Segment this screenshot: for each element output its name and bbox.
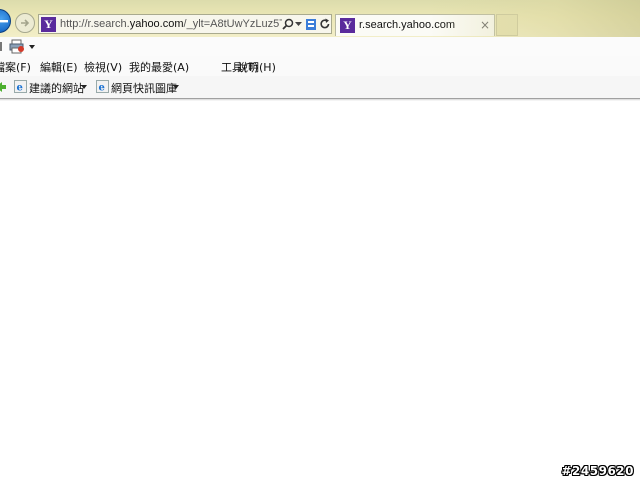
fav-suggested-sites[interactable]: 建議的網站: [29, 80, 84, 96]
watermark: #2459620: [561, 464, 634, 478]
menu-help[interactable]: 說明(H): [237, 59, 276, 75]
fav-web-slice-gallery[interactable]: 網頁快訊圖庫: [111, 80, 177, 96]
print-icon[interactable]: [9, 39, 25, 54]
yahoo-favicon-icon: Y: [340, 18, 355, 33]
toolbar-grip: [0, 42, 2, 51]
refresh-icon[interactable]: [319, 18, 331, 30]
favorites-bar: e 建議的網站 e 網頁快訊圖庫: [0, 76, 640, 99]
chevron-down-icon[interactable]: [29, 45, 35, 49]
menu-edit[interactable]: 編輯(E): [40, 59, 78, 75]
menu-bar: 檔案(F) 編輯(E) 檢視(V) 我的最愛(A) 工具(T) 說明(H): [0, 56, 640, 76]
menu-favorites[interactable]: 我的最愛(A): [129, 59, 189, 75]
yahoo-favicon-icon: Y: [41, 17, 56, 32]
address-url[interactable]: http://r.search.yahoo.com/_ylt=A8tUwYzLu…: [60, 17, 282, 32]
page-content[interactable]: [0, 101, 640, 480]
compat-view-icon[interactable]: [305, 18, 317, 31]
search-icon[interactable]: [282, 18, 294, 30]
back-button[interactable]: [0, 9, 11, 33]
back-icon: [0, 20, 8, 23]
tab-yahoo[interactable]: Y r.search.yahoo.com ×: [335, 14, 495, 36]
menu-view[interactable]: 檢視(V): [84, 59, 122, 75]
address-dropdown-icon[interactable]: [295, 22, 302, 27]
svg-text:e: e: [99, 83, 105, 94]
chevron-down-icon[interactable]: [81, 85, 87, 89]
svg-text:e: e: [17, 83, 23, 94]
tab-title: r.search.yahoo.com: [359, 19, 455, 31]
forward-button[interactable]: [15, 13, 35, 33]
title-bar: Y http://r.search.yahoo.com/_ylt=A8tUwYz…: [0, 0, 640, 37]
address-bar[interactable]: Y http://r.search.yahoo.com/_ylt=A8tUwYz…: [38, 14, 332, 34]
command-bar: [0, 37, 640, 56]
ie-icon: e: [96, 80, 109, 93]
menu-file[interactable]: 檔案(F): [0, 59, 31, 75]
add-favorite-icon[interactable]: [0, 81, 7, 93]
forward-icon: [21, 19, 30, 27]
chevron-down-icon[interactable]: [173, 85, 179, 89]
ie-icon: e: [14, 80, 27, 93]
new-tab-button[interactable]: [496, 14, 518, 36]
close-icon[interactable]: ×: [480, 18, 490, 32]
